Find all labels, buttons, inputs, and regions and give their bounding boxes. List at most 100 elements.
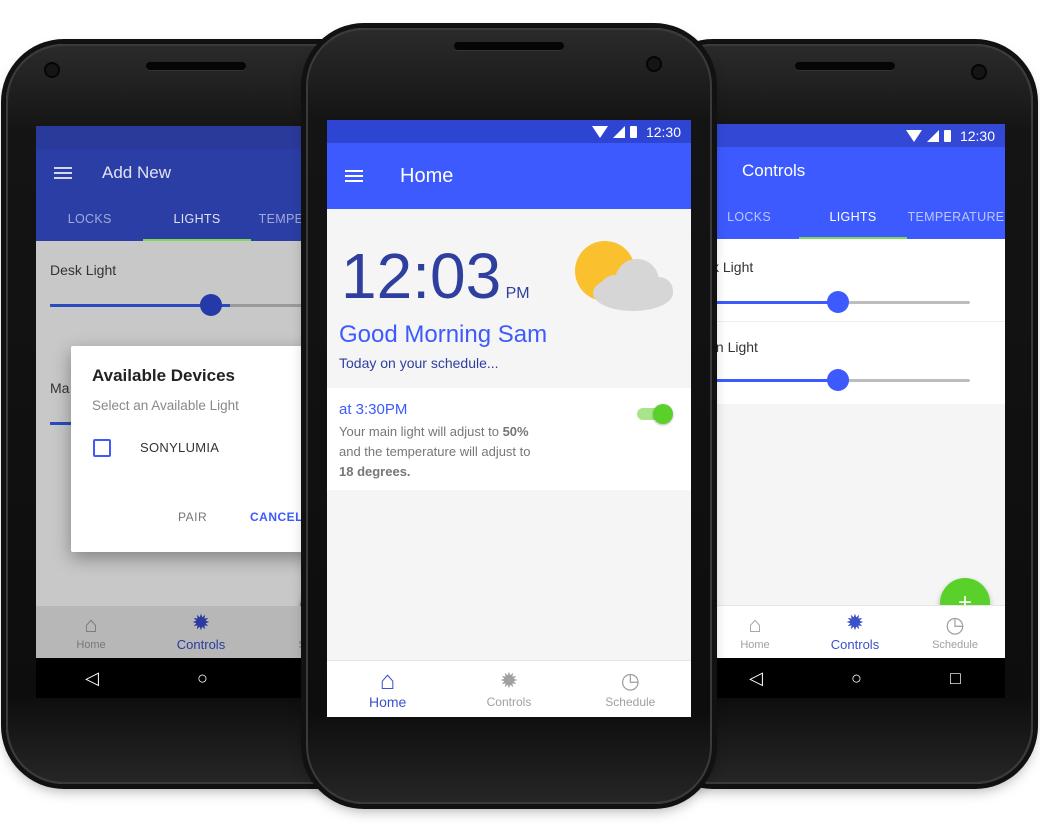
nav-home[interactable]: ⌂ Home xyxy=(36,606,146,658)
status-bar: 12:30 xyxy=(705,124,1005,147)
tab-temperature[interactable]: TEMPERATURE xyxy=(907,195,1005,239)
page-title: Home xyxy=(400,164,454,187)
tab-locks[interactable]: LOCKS xyxy=(36,197,143,241)
pair-button[interactable]: PAIR xyxy=(178,510,207,524)
nav-controls[interactable]: ✹ Controls xyxy=(805,606,905,658)
recents-key-icon[interactable]: □ xyxy=(950,668,961,689)
slider-fill xyxy=(705,301,838,304)
schedule-intro: Today on your schedule... xyxy=(339,355,499,371)
center-phone: 12:30 Home 12:03 PM Good Morning Sam Tod… xyxy=(306,28,712,804)
nav-home[interactable]: ⌂ Home xyxy=(327,661,448,717)
clock-digits: 12:03 xyxy=(341,240,502,312)
event-light-level: 50% xyxy=(502,424,529,439)
center-screen: 12:30 Home 12:03 PM Good Morning Sam Tod… xyxy=(327,120,691,717)
front-camera xyxy=(648,58,660,70)
app-bar: Controls xyxy=(705,147,1005,195)
status-time: 12:30 xyxy=(645,123,681,140)
clock-ampm: PM xyxy=(505,285,530,302)
nav-controls-label: Controls xyxy=(830,637,880,652)
main-light-label: ain Light xyxy=(705,339,758,355)
dialog-subtitle: Select an Available Light xyxy=(92,398,239,413)
event-line-3: 18 degrees. xyxy=(339,462,531,482)
nav-controls[interactable]: ✹ Controls xyxy=(146,606,256,658)
device-checkbox[interactable] xyxy=(93,439,111,457)
nav-home-label: Home xyxy=(740,638,770,651)
tab-lights[interactable]: LIGHTS xyxy=(143,197,251,241)
schedule-icon: ◷ xyxy=(620,667,640,693)
wifi-icon xyxy=(905,129,922,142)
event-toggle[interactable] xyxy=(637,404,673,424)
devices-dialog: Available Devices Select an Available Li… xyxy=(71,346,321,552)
main-light-label: Ma xyxy=(50,380,70,396)
status-bar: 12:30 xyxy=(327,120,691,143)
right-screen: 12:30 Controls LOCKS LIGHTS TEMPERATURE … xyxy=(705,124,1005,658)
home-icon: ⌂ xyxy=(84,611,98,637)
event-line-1-text: Your main light will adjust to xyxy=(339,424,503,439)
nav-controls-label: Controls xyxy=(176,637,226,652)
speaker-grille xyxy=(454,42,564,50)
event-time: at 3:30PM xyxy=(339,401,408,418)
desk-light-label: Desk Light xyxy=(50,262,117,278)
controls-icon: ✹ xyxy=(191,610,211,635)
event-desc: Your main light will adjust to 50% and t… xyxy=(339,422,531,482)
tab-locks[interactable]: LOCKS xyxy=(705,195,771,239)
dialog-title: Available Devices xyxy=(92,366,236,385)
cancel-button[interactable]: CANCEL xyxy=(250,510,303,524)
tab-bar: LOCKS LIGHTS TEMPERATURE xyxy=(705,195,1005,239)
menu-icon[interactable] xyxy=(345,169,363,183)
back-key-icon[interactable]: ◁ xyxy=(749,668,763,689)
wifi-icon xyxy=(591,125,608,138)
nav-schedule-label: Schedule xyxy=(605,694,656,709)
desk-light-slider[interactable] xyxy=(50,294,350,316)
controls-icon: ✹ xyxy=(499,667,519,693)
slider-knob[interactable] xyxy=(826,291,849,313)
main-light-slider[interactable] xyxy=(705,369,970,391)
device-option-label[interactable]: SONYLUMIA xyxy=(140,440,219,455)
controls-icon: ✹ xyxy=(845,610,865,635)
home-icon: ⌂ xyxy=(748,611,762,637)
android-softkeys: ◁ ○ □ xyxy=(705,658,1005,698)
battery-icon xyxy=(629,125,637,138)
battery-icon xyxy=(943,129,951,142)
signal-icon xyxy=(612,125,625,138)
desk-light-label: sk Light xyxy=(705,259,754,275)
slider-knob[interactable] xyxy=(200,294,222,316)
slider-fill xyxy=(705,379,838,382)
schedule-card: at 3:30PM Your main light will adjust to… xyxy=(327,388,691,490)
event-line-2: and the temperature will adjust to xyxy=(339,444,531,459)
page-title: Add New xyxy=(102,163,171,182)
front-camera xyxy=(973,66,985,78)
nav-schedule-label: Schedule xyxy=(932,638,978,651)
desk-light-slider[interactable] xyxy=(705,291,970,313)
greeting: Good Morning Sam xyxy=(339,321,548,348)
front-camera xyxy=(46,64,58,76)
page-title: Controls xyxy=(742,161,806,180)
status-time: 12:30 xyxy=(959,127,995,144)
signal-icon xyxy=(926,129,939,142)
back-key-icon[interactable]: ◁ xyxy=(85,668,99,689)
nav-home-label: Home xyxy=(368,693,407,710)
home-key-icon[interactable]: ○ xyxy=(197,668,208,689)
home-key-icon[interactable]: ○ xyxy=(851,668,862,689)
tab-lights[interactable]: LIGHTS xyxy=(799,195,907,239)
nav-controls[interactable]: ✹ Controls xyxy=(448,661,569,717)
home-icon: ⌂ xyxy=(379,664,396,695)
nav-schedule[interactable]: ◷ Schedule xyxy=(570,661,691,717)
speaker-grille xyxy=(146,62,246,70)
nav-schedule[interactable]: ◷ Schedule xyxy=(905,606,1005,658)
app-bar: Home xyxy=(327,143,691,209)
menu-icon[interactable] xyxy=(54,166,72,180)
nav-controls-label: Controls xyxy=(486,694,532,709)
bottom-nav: ⌂ Home ✹ Controls ◷ Schedule xyxy=(705,605,1005,658)
event-line-1: Your main light will adjust to 50% xyxy=(339,422,531,442)
bottom-nav: ⌂ Home ✹ Controls ◷ Schedule xyxy=(327,660,691,717)
toggle-thumb xyxy=(653,404,673,424)
nav-home[interactable]: ⌂ Home xyxy=(705,606,805,658)
event-temperature: 18 degrees. xyxy=(339,464,411,479)
slider-knob[interactable] xyxy=(826,369,849,391)
lights-card: sk Light ain Light xyxy=(705,239,1005,404)
partly-cloudy-icon xyxy=(571,237,681,317)
schedule-icon: ◷ xyxy=(945,611,965,637)
speaker-grille xyxy=(795,62,895,70)
card-divider xyxy=(705,321,1005,322)
